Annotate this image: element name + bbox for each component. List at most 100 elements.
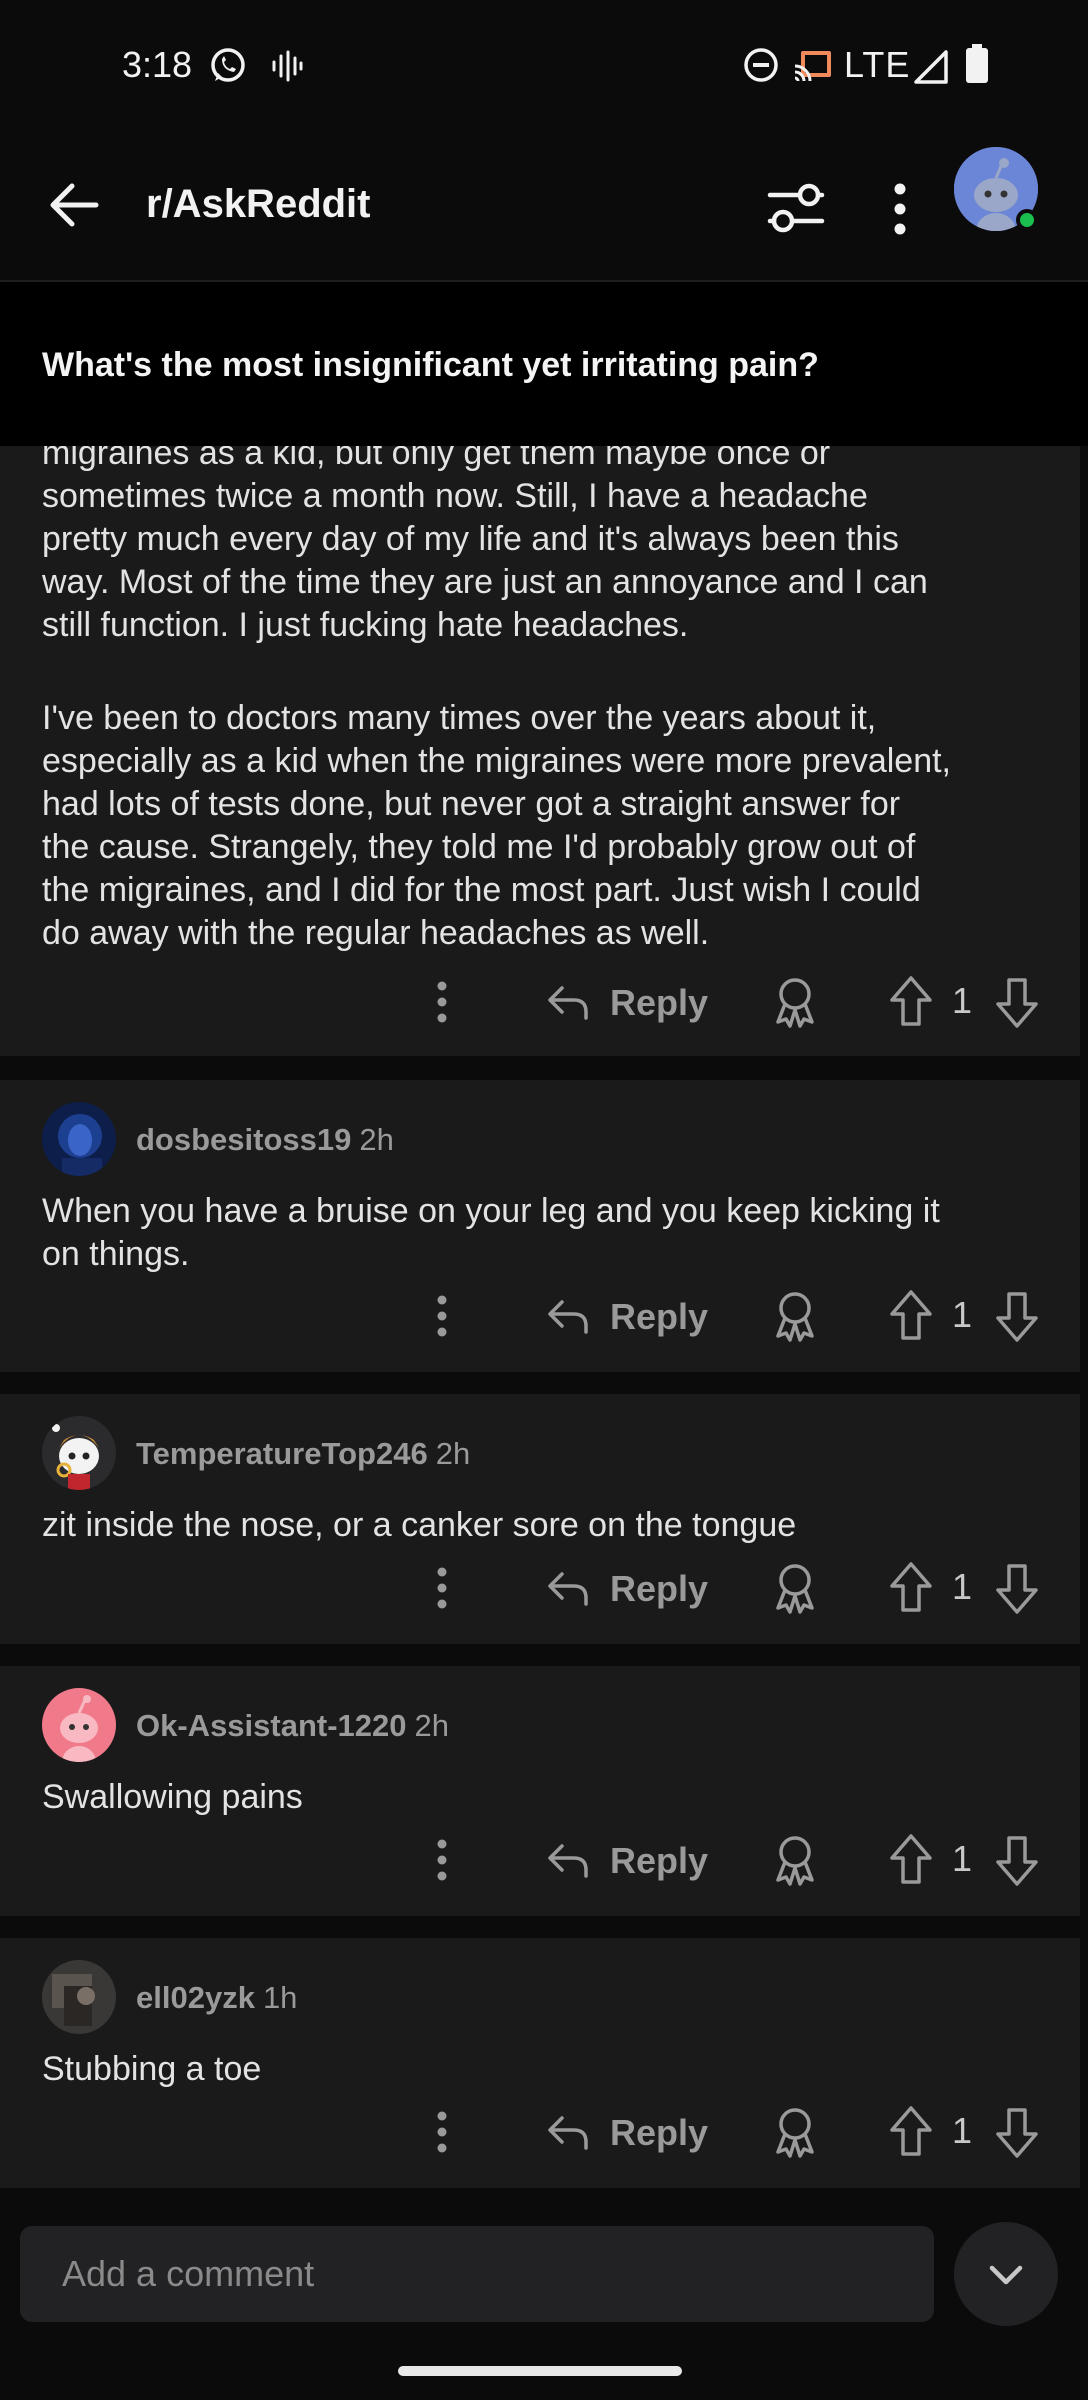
reply-button[interactable]: Reply <box>546 976 726 1030</box>
comment-body: When you have a bruise on your leg and y… <box>42 1190 1052 1276</box>
comment-actions: Reply 1 <box>0 1554 1080 1624</box>
overflow-menu-button[interactable] <box>880 179 920 239</box>
reply-button[interactable]: Reply <box>546 1562 726 1616</box>
network-type: LTE <box>844 44 911 85</box>
comment-username[interactable]: ell02yzk <box>136 1980 255 2015</box>
comment-body: zit inside the nose, or a canker sore on… <box>42 1504 1052 1547</box>
upvote-button[interactable] <box>886 974 936 1030</box>
reply-icon <box>548 2116 588 2150</box>
battery-icon <box>964 44 990 89</box>
reply-button[interactable]: Reply <box>546 1834 726 1888</box>
user-avatar[interactable] <box>42 1102 116 1176</box>
comment-more-button[interactable] <box>424 1290 460 1344</box>
comment-line: pretty much every day of my life and it'… <box>42 520 899 558</box>
reply-button[interactable]: Reply <box>546 1290 726 1344</box>
comment-line: still function. I just fucking hate head… <box>42 606 689 644</box>
do-not-disturb-icon <box>742 46 780 89</box>
add-comment-input[interactable] <box>20 2226 934 2322</box>
downvote-icon <box>996 1292 1038 1342</box>
reply-button[interactable]: Reply <box>546 2106 726 2160</box>
comment-line: sometimes twice a month now. Still, I ha… <box>42 477 868 515</box>
reply-icon <box>548 1300 588 1334</box>
filter-icon <box>767 183 825 233</box>
comment-line: When you have a bruise on your leg and y… <box>42 1192 940 1230</box>
award-button[interactable] <box>770 2104 820 2160</box>
downvote-button[interactable] <box>992 1560 1042 1616</box>
reply-label: Reply <box>610 1568 709 1609</box>
post-header[interactable]: What's the most insignificant yet irrita… <box>0 280 1088 446</box>
comment-time: 1h <box>262 1980 298 2015</box>
comment-more-button[interactable] <box>424 2106 460 2160</box>
upvote-icon <box>890 1562 932 1612</box>
user-avatar[interactable] <box>42 1416 116 1490</box>
comments-list[interactable]: migraines as a kid, but only get them ma… <box>0 446 1088 2196</box>
top-app-bar: r/AskReddit <box>0 135 1088 280</box>
next-comment-button[interactable] <box>954 2222 1058 2326</box>
sort-filter-button[interactable] <box>766 181 826 235</box>
vote-count: 1 <box>952 1838 973 1879</box>
reddit-comments-screen: 3:18 LTE r/AskReddit What's the most ins… <box>0 0 1088 2400</box>
comment-more-button[interactable] <box>424 976 460 1030</box>
comment-card[interactable]: dosbesitoss19 2h When you have a bruise o… <box>0 1080 1080 1372</box>
award-icon <box>776 1836 814 1886</box>
upvote-button[interactable] <box>886 1288 936 1344</box>
comment-username[interactable]: dosbesitoss19 <box>136 1122 351 1157</box>
vote-count: 1 <box>952 1294 973 1335</box>
comment-card[interactable]: ell02yzk 1h Stubbing a toe Reply 1 <box>0 1938 1080 2188</box>
comment-body: migraines as a kid, but only get them ma… <box>42 446 1052 955</box>
signal-icon <box>912 50 950 89</box>
award-icon <box>776 978 814 1028</box>
award-button[interactable] <box>770 1560 820 1616</box>
bottom-comment-bar <box>0 2196 1088 2400</box>
comment-line: especially as a kid when the migraines w… <box>42 742 952 780</box>
award-button[interactable] <box>770 1832 820 1888</box>
voice-waveform-icon <box>270 50 304 87</box>
downvote-icon <box>996 2108 1038 2158</box>
comment-card[interactable]: TemperatureTop246 2h zit inside the nose,… <box>0 1394 1080 1644</box>
more-vertical-icon <box>437 2111 447 2153</box>
home-indicator[interactable] <box>398 2366 682 2376</box>
comment-username[interactable]: TemperatureTop246 <box>136 1436 428 1471</box>
comment-line: do away with the regular headaches as we… <box>42 914 710 952</box>
comment-actions: Reply 1 <box>0 2098 1080 2168</box>
comment-card[interactable]: migraines as a kid, but only get them ma… <box>0 446 1080 1056</box>
user-avatar[interactable] <box>42 1960 116 2034</box>
comment-body: Swallowing pains <box>42 1776 1052 1819</box>
downvote-button[interactable] <box>992 1832 1042 1888</box>
more-vertical-icon <box>437 981 447 1023</box>
status-time: 3:18 <box>122 44 193 85</box>
comment-more-button[interactable] <box>424 1562 460 1616</box>
upvote-icon <box>890 976 932 1026</box>
upvote-icon <box>890 1290 932 1340</box>
comment-line: the migraines, and I did for the most pa… <box>42 871 921 909</box>
award-button[interactable] <box>770 974 820 1030</box>
downvote-button[interactable] <box>992 1288 1042 1344</box>
comment-more-button[interactable] <box>424 1834 460 1888</box>
back-button[interactable] <box>44 175 104 235</box>
comment-card[interactable]: Ok-Assistant-1220 2h Swallowing pains Rep… <box>0 1666 1080 1916</box>
award-button[interactable] <box>770 1288 820 1344</box>
comment-line: had lots of tests done, but never got a … <box>42 785 901 823</box>
subreddit-title[interactable]: r/AskReddit <box>146 182 371 227</box>
user-avatar[interactable] <box>42 1688 116 1762</box>
upvote-button[interactable] <box>886 1560 936 1616</box>
vote-count: 1 <box>952 2110 973 2151</box>
post-title: What's the most insignificant yet irrita… <box>42 346 819 384</box>
comment-line: zit inside the nose, or a canker sore on… <box>42 1506 797 1544</box>
vote-count: 1 <box>952 980 973 1021</box>
reply-icon <box>548 1572 588 1606</box>
upvote-button[interactable] <box>886 2104 936 2160</box>
downvote-button[interactable] <box>992 2104 1042 2160</box>
comment-username[interactable]: Ok-Assistant-1220 <box>136 1708 407 1743</box>
comment-line: Stubbing a toe <box>42 2050 262 2088</box>
upvote-button[interactable] <box>886 1832 936 1888</box>
downvote-button[interactable] <box>992 974 1042 1030</box>
chevron-down-icon <box>989 2265 1023 2285</box>
reply-label: Reply <box>610 2112 709 2153</box>
reply-label: Reply <box>610 982 709 1023</box>
reply-icon <box>548 1844 588 1878</box>
comment-actions: Reply 1 <box>0 968 1080 1038</box>
status-bar: 3:18 LTE <box>0 0 1088 135</box>
comment-line: I've been to doctors many times over the… <box>42 699 877 737</box>
